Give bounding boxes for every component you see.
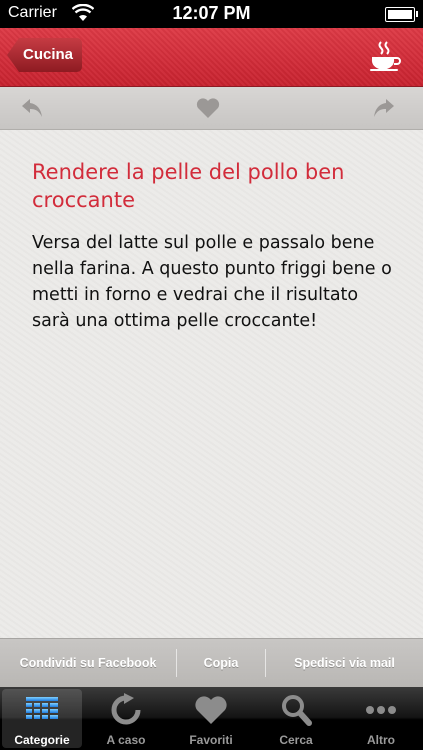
refresh-icon: [111, 693, 141, 725]
undo-arrow-icon[interactable]: [20, 95, 46, 121]
tip-body: Versa del latte sul polle e passalo bene…: [32, 233, 392, 331]
action-toolbar: [0, 87, 423, 130]
status-bar: Carrier 12:07 PM: [0, 0, 423, 28]
tab-label: Cerca: [279, 733, 313, 747]
tab-bar: Categorie A caso Favoriti Cerca Altro: [0, 687, 423, 750]
tip-content: Rendere la pelle del pollo ben croccante…: [0, 130, 423, 638]
tab-label: A caso: [106, 733, 146, 747]
grid-icon: [26, 697, 58, 719]
search-icon: [282, 695, 312, 726]
navigation-bar: Cucina: [0, 28, 423, 87]
battery-icon: [385, 7, 418, 22]
tab-altro[interactable]: Altro: [341, 689, 421, 748]
coffee-cup-icon[interactable]: [369, 40, 403, 72]
status-time: 12:07 PM: [172, 3, 251, 23]
tab-label: Altro: [367, 733, 395, 747]
heart-icon: [195, 696, 227, 724]
back-button-label: Cucina: [23, 46, 74, 63]
share-bar: Condividi su Facebook Copia Spedisci via…: [0, 638, 423, 687]
share-facebook-button[interactable]: Condividi su Facebook: [0, 639, 176, 687]
tab-favoriti[interactable]: Favoriti: [171, 689, 251, 748]
share-mail-button[interactable]: Spedisci via mail: [266, 639, 423, 687]
more-icon: [366, 706, 396, 714]
redo-arrow-icon[interactable]: [370, 95, 396, 121]
back-button[interactable]: Cucina: [7, 38, 82, 72]
copy-button[interactable]: Copia: [177, 639, 265, 687]
favorite-heart-icon[interactable]: [195, 95, 221, 121]
tab-categorie[interactable]: Categorie: [2, 689, 82, 748]
tip-title: Rendere la pelle del pollo ben croccante: [32, 160, 345, 212]
tab-a-caso[interactable]: A caso: [86, 689, 166, 748]
tab-cerca[interactable]: Cerca: [256, 689, 336, 748]
tab-label: Favoriti: [189, 733, 233, 747]
tab-label: Categorie: [14, 733, 70, 747]
